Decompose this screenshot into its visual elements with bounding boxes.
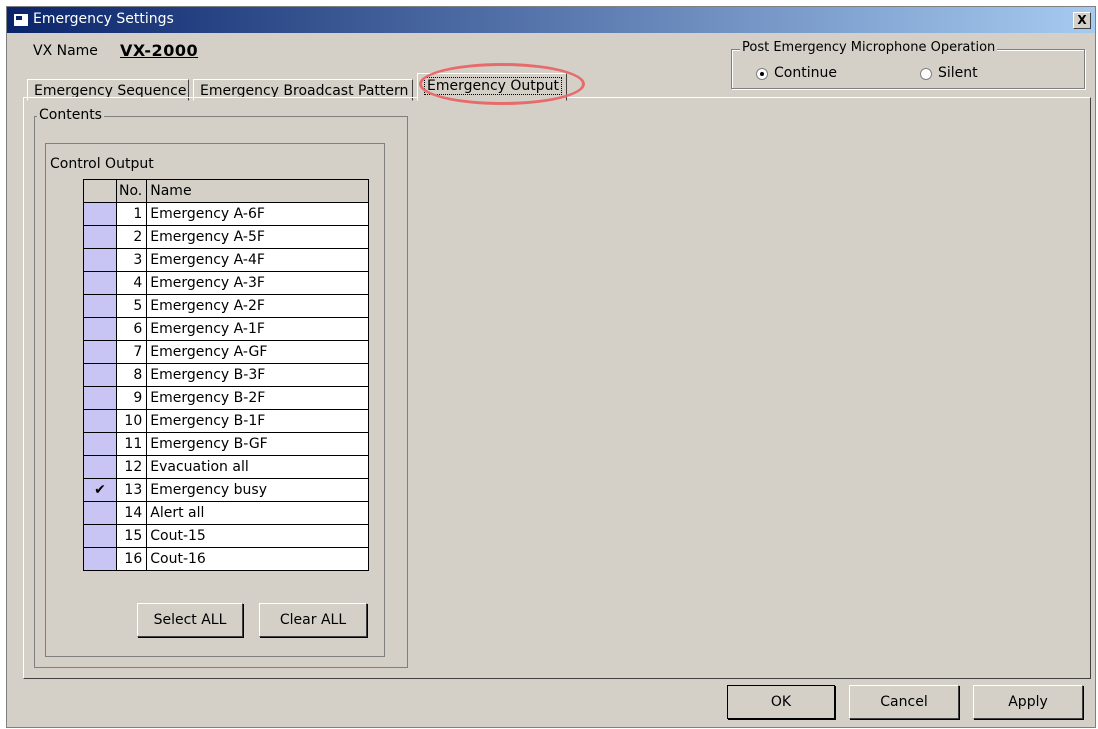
table-row[interactable]: 14 Alert all — [83, 501, 369, 525]
cancel-button[interactable]: Cancel — [849, 685, 959, 719]
emergency-settings-window: Emergency Settings X VX Name VX-2000 Pos… — [6, 6, 1096, 728]
app-icon — [13, 13, 29, 27]
header-name: Name — [146, 179, 369, 203]
table-row[interactable]: 12 Evacuation all — [83, 455, 369, 479]
ok-button[interactable]: OK — [727, 685, 835, 719]
row-number: 16 — [115, 547, 148, 571]
table-row[interactable]: 6 Emergency A-1F — [83, 317, 369, 341]
silent-label[interactable]: Silent — [938, 65, 978, 81]
close-icon[interactable]: X — [1073, 12, 1091, 29]
continue-label[interactable]: Continue — [774, 65, 837, 81]
row-number: 10 — [115, 409, 148, 433]
table-row[interactable]: 11 Emergency B-GF — [83, 432, 369, 456]
row-name: Alert all — [146, 501, 369, 525]
header-check-cell — [83, 179, 117, 203]
row-checkbox[interactable] — [83, 225, 117, 249]
vx-name-label: VX Name — [33, 43, 98, 59]
row-checkbox[interactable] — [83, 547, 117, 571]
row-number: 6 — [115, 317, 148, 341]
table-row[interactable]: 16 Cout-16 — [83, 547, 369, 571]
row-checkbox[interactable] — [83, 455, 117, 479]
table-row[interactable]: 15 Cout-15 — [83, 524, 369, 548]
row-checkbox[interactable] — [83, 363, 117, 387]
row-name: Emergency A-3F — [146, 271, 369, 295]
control-output-label: Control Output — [50, 156, 154, 172]
row-number: 3 — [115, 248, 148, 272]
table-row[interactable]: 5 Emergency A-2F — [83, 294, 369, 318]
vx-name-value: VX-2000 — [120, 41, 199, 60]
row-checkbox[interactable] — [83, 271, 117, 295]
row-name: Emergency A-4F — [146, 248, 369, 272]
row-number: 15 — [115, 524, 148, 548]
table-row[interactable]: 8 Emergency B-3F — [83, 363, 369, 387]
check-icon: ✔ — [94, 482, 106, 498]
select-all-button[interactable]: Select ALL — [137, 603, 243, 637]
row-checkbox[interactable]: ✔ — [83, 478, 117, 502]
table-row[interactable]: ✔ 13 Emergency busy — [83, 478, 369, 502]
row-checkbox[interactable] — [83, 409, 117, 433]
control-output-table: No. Name 1 Emergency A-6F 2 Emergency A-5F 3… — [83, 179, 369, 571]
table-row[interactable]: 4 Emergency A-3F — [83, 271, 369, 295]
row-checkbox[interactable] — [83, 386, 117, 410]
header-no: No. — [115, 179, 148, 203]
row-name: Emergency B-3F — [146, 363, 369, 387]
row-number: 13 — [115, 478, 148, 502]
row-checkbox[interactable] — [83, 248, 117, 272]
row-number: 8 — [115, 363, 148, 387]
table-row[interactable]: 2 Emergency A-5F — [83, 225, 369, 249]
row-number: 11 — [115, 432, 148, 456]
table-row[interactable]: 3 Emergency A-4F — [83, 248, 369, 272]
post-emergency-legend: Post Emergency Microphone Operation — [740, 40, 998, 55]
contents-legend: Contents — [37, 107, 104, 123]
table-row[interactable]: 10 Emergency B-1F — [83, 409, 369, 433]
row-number: 9 — [115, 386, 148, 410]
title-bar[interactable]: Emergency Settings X — [7, 7, 1095, 33]
table-row[interactable]: 1 Emergency A-6F — [83, 202, 369, 226]
row-checkbox[interactable] — [83, 340, 117, 364]
table-header: No. Name — [83, 179, 369, 203]
tab-emergency-output-label: Emergency Output — [424, 77, 563, 95]
row-name: Emergency A-5F — [146, 225, 369, 249]
apply-button[interactable]: Apply — [973, 685, 1083, 719]
window-title: Emergency Settings — [33, 11, 174, 27]
row-name: Emergency B-1F — [146, 409, 369, 433]
table-row[interactable]: 9 Emergency B-2F — [83, 386, 369, 410]
row-number: 7 — [115, 340, 148, 364]
row-number: 14 — [115, 501, 148, 525]
row-checkbox[interactable] — [83, 432, 117, 456]
row-name: Emergency B-GF — [146, 432, 369, 456]
row-name: Emergency A-GF — [146, 340, 369, 364]
row-number: 4 — [115, 271, 148, 295]
clear-all-button[interactable]: Clear ALL — [259, 603, 367, 637]
row-name: Cout-15 — [146, 524, 369, 548]
table-row[interactable]: 7 Emergency A-GF — [83, 340, 369, 364]
row-number: 5 — [115, 294, 148, 318]
continue-radio[interactable] — [756, 68, 768, 80]
row-checkbox[interactable] — [83, 294, 117, 318]
silent-radio[interactable] — [920, 68, 932, 80]
row-name: Emergency A-2F — [146, 294, 369, 318]
row-name: Evacuation all — [146, 455, 369, 479]
row-name: Emergency A-1F — [146, 317, 369, 341]
row-number: 2 — [115, 225, 148, 249]
row-checkbox[interactable] — [83, 524, 117, 548]
table-body: 1 Emergency A-6F 2 Emergency A-5F 3 Emergency… — [83, 202, 369, 571]
row-number: 12 — [115, 455, 148, 479]
row-name: Cout-16 — [146, 547, 369, 571]
row-checkbox[interactable] — [83, 501, 117, 525]
row-name: Emergency A-6F — [146, 202, 369, 226]
row-number: 1 — [115, 202, 148, 226]
row-checkbox[interactable] — [83, 317, 117, 341]
post-emergency-group: Post Emergency Microphone Operation Cont… — [731, 40, 1085, 89]
row-name: Emergency busy — [146, 478, 369, 502]
tab-emergency-output[interactable]: Emergency Output — [417, 73, 567, 101]
row-name: Emergency B-2F — [146, 386, 369, 410]
row-checkbox[interactable] — [83, 202, 117, 226]
